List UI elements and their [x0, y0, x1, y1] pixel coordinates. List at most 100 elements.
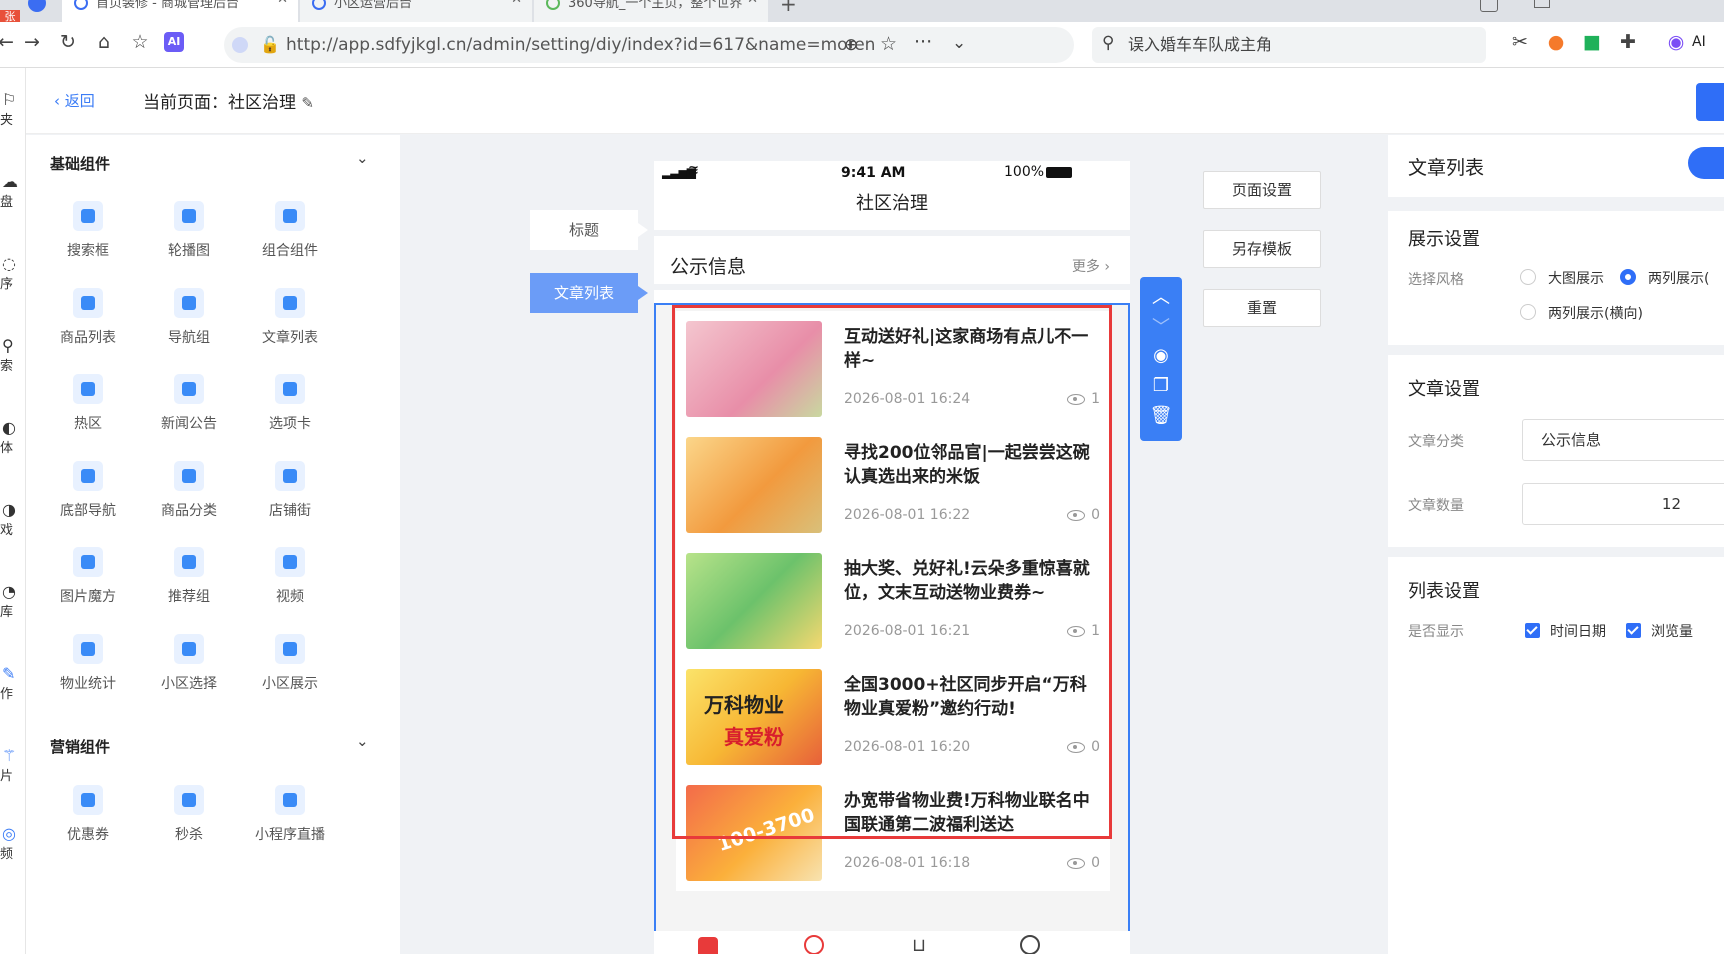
nav-item[interactable]: ✎ 作 [0, 664, 25, 702]
checkbox-datetime[interactable] [1525, 623, 1540, 638]
browser-search[interactable]: ⚲ 误入婚车车队成主角 [1092, 27, 1486, 63]
copy-icon[interactable]: ❐ [1140, 375, 1182, 396]
article-item[interactable]: 互动送好礼|这家商场有点儿不一样~ 2026-08-01 16:24 1 [676, 311, 1110, 427]
notice-more-link[interactable]: 更多 › [1072, 256, 1110, 276]
component-item[interactable]: 图片魔方 [38, 547, 138, 606]
nav-item[interactable]: ◎ 频 [0, 824, 25, 862]
component-item[interactable]: 搜索框 [38, 201, 138, 260]
article-list-block[interactable]: 互动送好礼|这家商场有点儿不一样~ 2026-08-01 16:24 1 寻找200位… [654, 303, 1130, 954]
heart-tab-icon[interactable] [804, 935, 824, 954]
profile-icon[interactable] [28, 0, 46, 12]
section-label-title[interactable]: 标题 [530, 210, 648, 250]
home-tab-icon[interactable] [698, 937, 718, 954]
component-item[interactable]: 店铺街 [240, 460, 340, 520]
component-item[interactable]: 商品分类 [139, 460, 239, 520]
section-label-article-list[interactable]: 文章列表 [530, 273, 648, 313]
component-item[interactable]: 底部导航 [38, 460, 138, 520]
article-item[interactable]: 寻找200位邻品官|一起尝尝这碗认真选出来的米饭 2026-08-01 16:22… [676, 427, 1110, 543]
bookmark-star-icon[interactable]: ☆ [880, 33, 897, 55]
chevron-down-icon[interactable]: ⌄ [356, 732, 369, 750]
move-down-icon[interactable]: ﹀ [1140, 313, 1182, 339]
panel-toggle-button[interactable] [1688, 147, 1724, 179]
component-item[interactable]: 新闻公告 [139, 374, 239, 433]
component-item[interactable]: 组合组件 [240, 201, 340, 260]
reset-button[interactable]: 重置 [1203, 289, 1321, 327]
chevron-right-icon: › [1104, 259, 1110, 275]
article-item[interactable]: 抽大奖、兑好礼!云朵多重惊喜就位，文末互动送物业费券~ 2026-08-01 16… [676, 543, 1110, 659]
component-item[interactable]: 推荐组 [139, 547, 239, 606]
component-item[interactable]: 优惠券 [38, 785, 138, 844]
radio-large[interactable] [1520, 269, 1536, 285]
new-tab-icon[interactable]: + [780, 0, 797, 16]
component-item[interactable]: 小程序直播 [240, 785, 340, 844]
tab-community[interactable]: 小区运营后台 ✕ [300, 0, 532, 22]
reload-icon[interactable]: ↻ [56, 30, 80, 54]
eye-icon[interactable]: ◉ [1140, 345, 1182, 366]
radio-two-col-horizontal[interactable] [1520, 304, 1536, 320]
search-text[interactable]: 误入婚车车队成主角 [1128, 27, 1272, 63]
nav-item[interactable]: ◌ 序 [0, 254, 25, 292]
close-icon[interactable]: ✕ [511, 0, 522, 6]
count-input[interactable]: 12 [1522, 483, 1724, 525]
scissors-icon[interactable]: ✂ [1508, 30, 1532, 54]
tab-diy[interactable]: 首页装修 - 商城管理后台 ✕ [62, 0, 298, 22]
trash-icon[interactable]: 🗑 [1140, 405, 1182, 426]
ai-icon[interactable]: AI [164, 32, 184, 52]
component-item[interactable]: 轮播图 [139, 201, 239, 260]
ai-assistant-icon[interactable]: ◉ [1664, 30, 1688, 54]
window-icon[interactable] [1480, 0, 1498, 12]
more-icon[interactable]: ··· [914, 31, 932, 53]
component-item[interactable]: 热区 [38, 374, 138, 433]
nav-label: 体 [0, 441, 14, 456]
favorites-icon[interactable]: ☆ [128, 30, 152, 54]
lock-icon[interactable]: 🔓 [260, 35, 280, 54]
ai-label[interactable]: AI [1692, 34, 1706, 50]
address-bar[interactable]: 🔓 http://app.sdfyjkgl.cn/admin/setting/d… [224, 27, 1074, 63]
component-item[interactable]: 文章列表 [240, 287, 340, 347]
component-item[interactable]: 导航组 [139, 287, 239, 347]
component-label: 导航组 [168, 329, 210, 346]
notice-header[interactable]: 公示信息 更多 › [654, 230, 1130, 290]
forward-arrow-icon[interactable]: → [20, 30, 44, 54]
nav-item[interactable]: ◑ 戏 [0, 500, 25, 538]
component-item[interactable]: 视频 [240, 547, 340, 606]
article-item[interactable]: 万科物业 真爱粉 全国3000+社区同步开启“万科物业真爱粉”邀约行动! 2026-0… [676, 659, 1110, 775]
wechat-icon[interactable]: ■ [1580, 30, 1604, 54]
cart-tab-icon[interactable]: ⊔ [912, 935, 926, 954]
close-icon[interactable]: ✕ [747, 0, 758, 6]
component-item[interactable]: 小区选择 [139, 633, 239, 693]
nav-item[interactable]: ◔ 库 [0, 582, 25, 620]
component-item[interactable]: 物业统计 [38, 633, 138, 693]
download-icon[interactable]: ⊕ [844, 35, 858, 55]
component-item[interactable]: 秒杀 [139, 785, 239, 844]
nav-item[interactable]: ⚐ 夹 [0, 90, 25, 128]
move-up-icon[interactable]: ︿ [1140, 283, 1182, 309]
tab-360[interactable]: 360导航_一个主页，整个世界 ✕ [534, 0, 768, 22]
nav-item[interactable]: ⚚ 片 [0, 746, 25, 784]
back-link[interactable]: ‹ 返回 [54, 90, 95, 111]
edit-icon[interactable]: ✎ [301, 94, 314, 112]
page-settings-button[interactable]: 页面设置 [1203, 171, 1321, 209]
extensions-icon[interactable]: ✚ [1616, 30, 1640, 54]
nav-item[interactable]: ⚲ 索 [0, 336, 25, 374]
back-arrow-icon[interactable]: ← [0, 30, 18, 54]
save-template-button[interactable]: 另存模板 [1203, 230, 1321, 268]
checkbox-views[interactable] [1626, 623, 1641, 638]
component-item[interactable]: 商品列表 [38, 287, 138, 347]
home-icon[interactable]: ⌂ [92, 30, 116, 54]
component-item[interactable]: 小区展示 [240, 633, 340, 693]
radio-two-col[interactable] [1620, 269, 1636, 285]
url-text[interactable]: http://app.sdfyjkgl.cn/admin/setting/diy… [286, 27, 875, 63]
category-select[interactable]: 公示信息 [1522, 419, 1724, 461]
user-tab-icon[interactable] [1020, 935, 1040, 954]
close-icon[interactable]: ✕ [277, 0, 288, 6]
nav-item[interactable]: ☁ 盘 [0, 172, 25, 210]
component-item[interactable]: 选项卡 [240, 374, 340, 433]
game-icon[interactable]: ● [1544, 30, 1568, 54]
restore-icon[interactable] [1534, 0, 1550, 8]
chevron-down-icon[interactable]: ⌄ [356, 149, 369, 167]
article-item[interactable]: 100-3700 办宽带省物业费!万科物业联名中国联通第二波福利送达 2026-08… [676, 775, 1110, 891]
save-button[interactable] [1696, 83, 1724, 121]
chevron-down-icon[interactable]: ⌄ [952, 33, 966, 53]
nav-item[interactable]: ◐ 体 [0, 418, 25, 456]
